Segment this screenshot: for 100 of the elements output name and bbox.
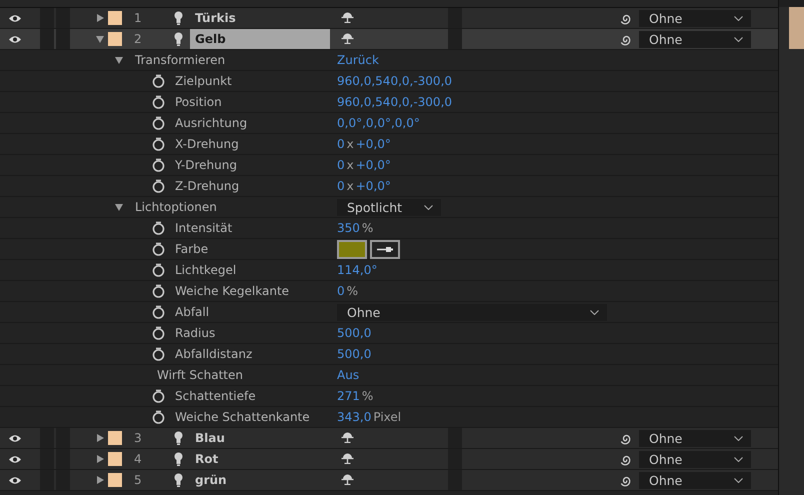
falloff-dropdown[interactable]: Ohne [337,304,607,320]
label-swatch[interactable] [108,452,122,466]
eye-icon[interactable] [8,34,22,44]
chevron-down-icon [590,310,599,314]
chevron-down-icon [424,204,433,210]
group-name: Lichtoptionen [135,200,217,214]
group-name: Transformieren [135,53,226,67]
3d-layer-icon[interactable] [341,472,354,484]
property-value[interactable]: 500,0 [337,326,372,340]
layer-bar [789,7,804,28]
property-value[interactable]: 500,0 [337,347,372,361]
light-bulb-icon [174,473,183,487]
light-bulb-icon [174,11,183,25]
3d-layer-icon[interactable] [341,430,354,442]
stopwatch-icon[interactable] [152,284,165,298]
stopwatch-icon[interactable] [152,347,165,361]
expand-triangle-icon[interactable] [96,35,104,43]
property-value[interactable]: 0 x +0,0° [337,179,391,193]
stopwatch-icon[interactable] [152,326,165,340]
reset-link[interactable]: Zurück [337,53,379,67]
layer-row[interactable]: 2 Gelb Ohne [0,29,778,50]
property-value[interactable]: 343,0 Pixel [337,410,404,424]
layer-row[interactable]: 3 Blau Ohne [0,428,778,449]
property-value[interactable]: 960,0,540,0,-300,0 [337,74,452,88]
property-name: Zielpunkt [175,74,232,88]
layer-row[interactable]: 5 grün Ohne [0,470,778,491]
property-value[interactable]: 114,0° [337,263,378,277]
property-name: Lichtkegel [175,263,236,277]
property-value[interactable]: 960,0,540,0,-300,0 [337,95,452,109]
3d-layer-icon[interactable] [341,32,354,44]
property-value[interactable]: Aus [337,368,360,382]
layer-name[interactable]: Blau [190,428,330,448]
property-value[interactable]: 350 % [337,221,376,235]
expand-triangle-icon[interactable] [96,14,104,22]
expand-triangle-icon[interactable] [96,476,104,484]
layer-row[interactable]: 4 Rot Ohne [0,449,778,470]
parent-dropdown[interactable]: Ohne [639,472,751,488]
chevron-down-icon [734,436,743,440]
eyedropper-button[interactable] [370,240,400,258]
layer-row[interactable]: 1 Türkis Ohne [0,8,778,29]
stopwatch-icon[interactable] [152,263,165,277]
property-value[interactable]: 0,0°,0,0°,0,0° [337,116,420,130]
stopwatch-icon[interactable] [152,74,165,88]
label-swatch[interactable] [108,11,122,25]
chevron-down-icon [734,16,743,20]
chevron-down-icon [734,478,743,482]
label-swatch[interactable] [108,431,122,445]
3d-layer-icon[interactable] [341,452,354,464]
stopwatch-icon[interactable] [152,389,165,403]
label-swatch[interactable] [108,473,122,487]
property-name: Weiche Schattenkante [175,410,310,424]
chevron-down-icon [734,36,743,42]
property-name: Ausrichtung [175,116,248,130]
parent-dropdown[interactable]: Ohne [639,10,751,26]
property-value[interactable]: 0 % [337,284,360,298]
eye-icon[interactable] [8,434,22,442]
expand-triangle-icon[interactable] [96,455,104,463]
property-name: Abfall [175,305,210,319]
light-bulb-icon [174,452,183,466]
stopwatch-icon[interactable] [152,242,165,256]
stopwatch-icon[interactable] [152,95,165,109]
property-value[interactable]: 0 x +0,0° [337,158,391,172]
3d-layer-icon[interactable] [341,10,354,22]
property-name: Abfalldistanz [175,347,252,361]
stopwatch-icon[interactable] [152,305,165,319]
parent-dropdown[interactable]: Ohne [639,430,751,446]
eyedropper-icon[interactable] [376,246,394,252]
expand-triangle-icon[interactable] [115,56,123,64]
property-name: Intensität [175,221,232,235]
stopwatch-icon[interactable] [152,410,165,424]
property-value[interactable]: 0 x +0,0° [337,137,391,151]
property-name: Position [175,95,222,109]
expand-triangle-icon[interactable] [115,203,123,211]
stopwatch-icon[interactable] [152,179,165,193]
property-value[interactable]: 271 % [337,389,376,403]
stopwatch-icon[interactable] [152,137,165,151]
property-name: Farbe [175,242,208,256]
layer-name[interactable]: Gelb [190,29,330,49]
layer-name[interactable]: Rot [190,449,330,469]
layer-number: 3 [134,431,142,445]
color-swatch[interactable] [337,240,367,258]
stopwatch-icon[interactable] [152,158,165,172]
eye-icon[interactable] [8,476,22,484]
light-bulb-icon [174,32,183,46]
light-type-dropdown[interactable]: Spotlicht [337,198,441,216]
layer-name[interactable]: Türkis [190,8,330,28]
expand-triangle-icon[interactable] [96,434,104,442]
label-swatch[interactable] [108,32,122,46]
stopwatch-icon[interactable] [152,221,165,235]
eye-icon[interactable] [8,454,22,464]
property-name: Y-Drehung [175,158,237,172]
property-name: Weiche Kegelkante [175,284,290,298]
layer-name[interactable]: grün [190,470,330,490]
light-bulb-icon [174,431,183,445]
property-name: Z-Drehung [175,179,240,193]
stopwatch-icon[interactable] [152,116,165,130]
eye-icon[interactable] [8,14,22,22]
parent-dropdown[interactable]: Ohne [639,450,751,468]
parent-dropdown[interactable]: Ohne [639,30,751,48]
property-name: Wirft Schatten [157,368,243,382]
